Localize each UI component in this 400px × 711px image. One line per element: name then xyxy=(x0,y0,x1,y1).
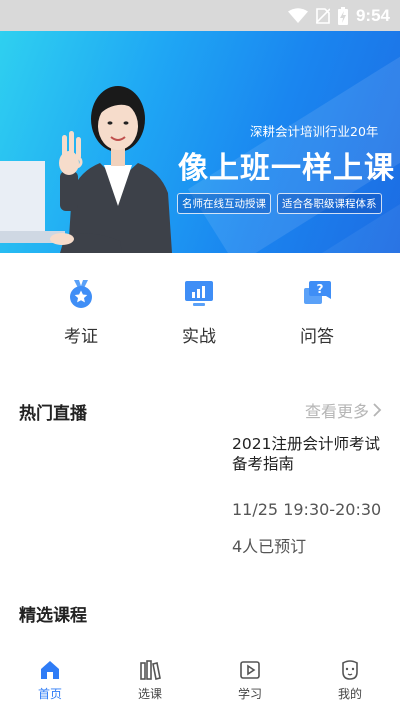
banner-tag: 适合各职级课程体系 xyxy=(277,193,382,214)
status-time: 9:54 xyxy=(355,6,390,25)
wifi-icon xyxy=(287,8,308,23)
tab-profile[interactable]: 我的 xyxy=(320,659,380,702)
chevron-right-icon xyxy=(373,403,382,417)
banner-decoration xyxy=(188,31,400,253)
tab-home[interactable]: 首页 xyxy=(20,659,80,702)
status-bar: 9:54 xyxy=(0,0,400,31)
no-sim-icon xyxy=(315,8,330,24)
hot-live-title: 热门直播 xyxy=(19,404,87,424)
tab-label: 学习 xyxy=(237,687,262,701)
tab-label: 首页 xyxy=(37,687,62,701)
banner-teacher-illustration xyxy=(0,86,172,253)
quick-nav: 考证 实战 ? 问答 xyxy=(0,278,400,358)
quick-nav-label: 考证 xyxy=(64,327,98,347)
medal-icon xyxy=(70,280,92,308)
bottom-tab-bar: 首页 选课 学习 我的 xyxy=(0,651,400,711)
quick-nav-label: 问答 xyxy=(300,327,334,347)
banner-tag: 名师在线互动授课 xyxy=(177,193,271,214)
see-more-label: 查看更多 xyxy=(304,402,369,421)
video-icon xyxy=(240,661,260,679)
svg-text:?: ? xyxy=(317,282,324,296)
quick-nav-practice[interactable]: 实战 xyxy=(159,278,239,347)
tab-course-select[interactable]: 选课 xyxy=(120,659,180,702)
see-more-link[interactable]: 查看更多 xyxy=(305,398,382,422)
promo-banner[interactable]: 深耕会计培训行业20年 像上班一样上课 名师在线互动授课 适合各职级课程体系 xyxy=(0,31,400,253)
live-booked-count: 4人已预订 xyxy=(232,537,307,556)
tab-label: 我的 xyxy=(337,687,362,701)
home-icon xyxy=(41,661,59,679)
tab-label: 选课 xyxy=(137,687,162,701)
banner-title: 像上班一样上课 xyxy=(178,151,395,186)
battery-charging-icon xyxy=(337,7,348,25)
status-icons: 9:54 xyxy=(287,5,390,27)
banner-subtitle: 深耕会计培训行业20年 xyxy=(250,124,379,139)
featured-courses-title: 精选课程 xyxy=(19,606,87,626)
live-card[interactable]: 2021注册会计师考试备考指南 11/25 19:30-20:30 4人已预订 xyxy=(232,434,392,557)
quick-nav-exam-cert[interactable]: 考证 xyxy=(41,278,121,347)
live-title: 2021注册会计师考试备考指南 xyxy=(232,435,380,473)
banner-tags: 名师在线互动授课 适合各职级课程体系 xyxy=(177,193,382,214)
quick-nav-qa[interactable]: ? 问答 xyxy=(277,278,357,347)
monitor-chart-icon xyxy=(185,281,213,306)
live-time: 11/25 19:30-20:30 xyxy=(232,500,382,519)
books-icon xyxy=(140,660,161,680)
question-chat-icon: ? xyxy=(304,281,331,304)
profile-icon xyxy=(342,660,358,680)
tab-study[interactable]: 学习 xyxy=(220,659,280,702)
quick-nav-label: 实战 xyxy=(182,327,216,347)
